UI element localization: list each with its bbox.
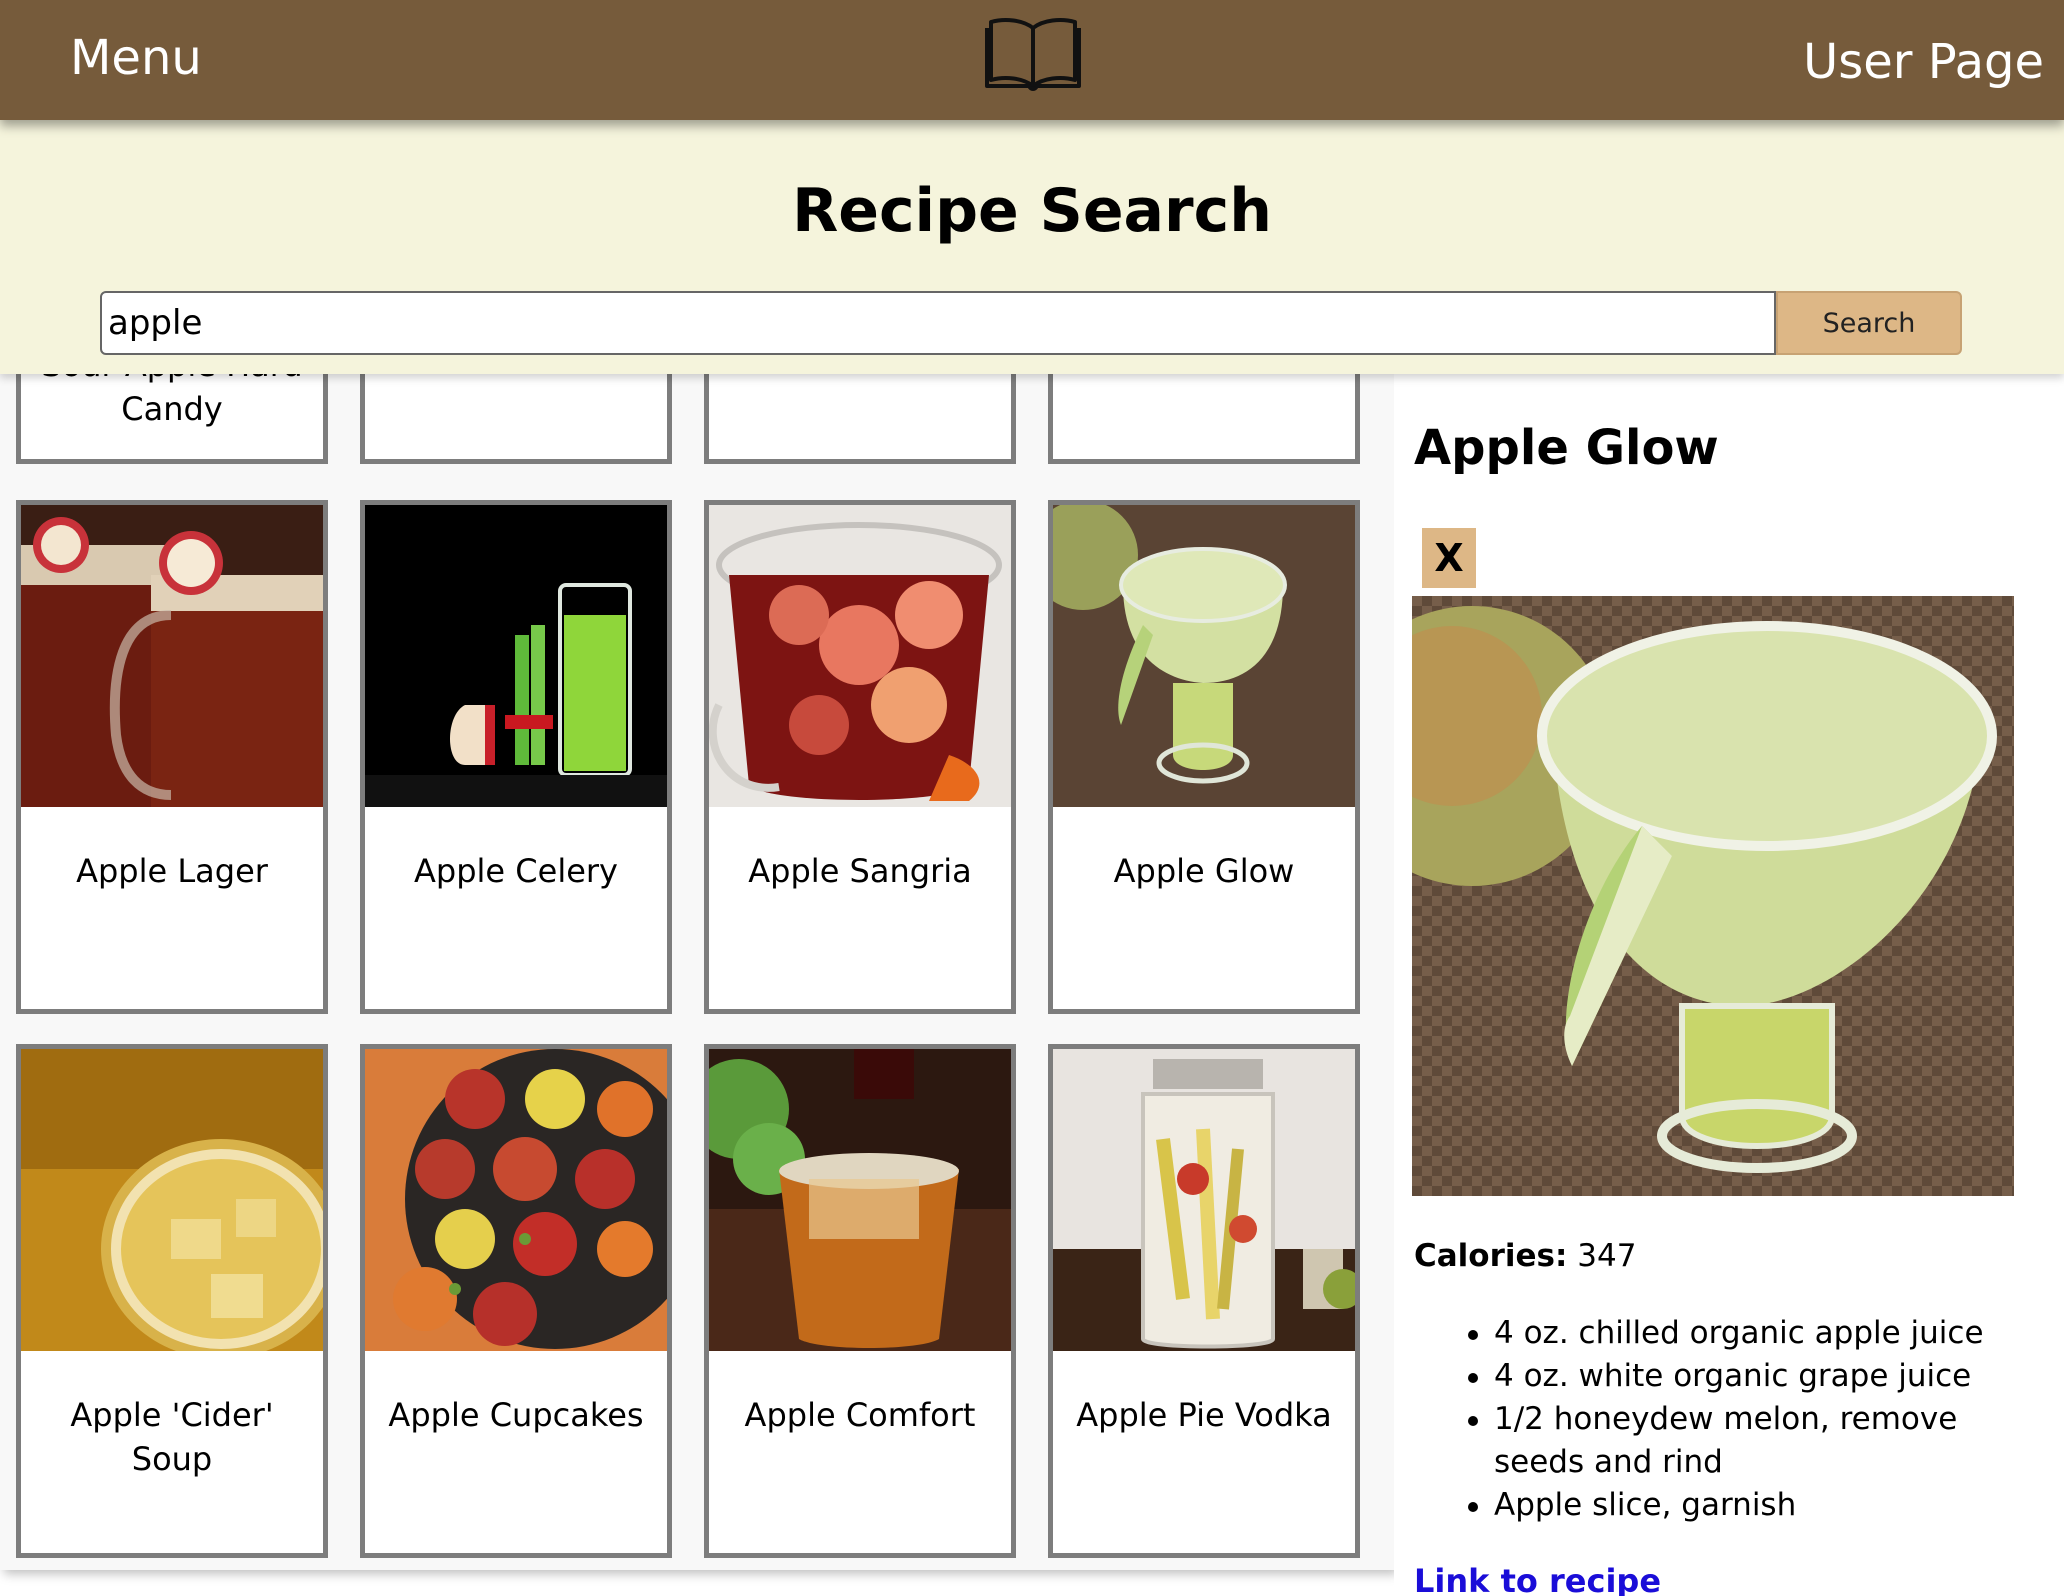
recipe-card[interactable]: Apple Sangria bbox=[704, 500, 1016, 1014]
page-title: Recipe Search bbox=[792, 176, 1272, 246]
recipe-card-label: Apple Celery bbox=[414, 852, 618, 890]
results-grid: Sour Apple Hard Candy Apple Lager bbox=[0, 374, 1394, 1570]
open-book-icon[interactable] bbox=[985, 14, 1081, 94]
menu-link[interactable]: Menu bbox=[70, 30, 202, 86]
recipe-title: Apple Glow bbox=[1414, 420, 1719, 476]
user-page-link[interactable]: User Page bbox=[1803, 34, 2044, 90]
recipe-card-label: Apple 'Cider' Soup bbox=[70, 1396, 274, 1478]
close-button[interactable]: X bbox=[1422, 528, 1476, 588]
recipe-card[interactable]: Sour Apple Hard Candy bbox=[16, 374, 328, 464]
recipe-card-label: Apple Lager bbox=[76, 852, 268, 890]
cider-soup-image bbox=[21, 1049, 323, 1351]
recipe-card-label: Apple Cupcakes bbox=[388, 1396, 644, 1434]
search-button[interactable]: Search bbox=[1776, 291, 1962, 355]
calories-info: Calories: 347 bbox=[1414, 1238, 1636, 1274]
recipe-card[interactable]: Apple 'Cider' Soup bbox=[16, 1044, 328, 1558]
recipe-card-label: Apple Sangria bbox=[748, 852, 972, 890]
amber-drink-image bbox=[709, 1049, 1011, 1351]
recipe-card[interactable]: Apple Comfort bbox=[704, 1044, 1016, 1558]
ingredient-item: 1/2 honeydew melon, remove seeds and rin… bbox=[1414, 1398, 2034, 1484]
sangria-pitcher-image bbox=[709, 505, 1011, 807]
recipe-card-label: Sour Apple Hard Candy bbox=[41, 374, 302, 428]
recipe-card[interactable] bbox=[704, 374, 1016, 464]
recipe-card[interactable] bbox=[1048, 374, 1360, 464]
ingredient-item: 4 oz. white organic grape juice bbox=[1414, 1355, 2034, 1398]
recipe-card[interactable]: Apple Lager bbox=[16, 500, 328, 1014]
search-header: Recipe Search Search bbox=[0, 120, 2064, 374]
calories-label: Calories: bbox=[1414, 1238, 1568, 1274]
recipe-image bbox=[1412, 596, 2014, 1196]
beer-mugs-image bbox=[21, 505, 323, 807]
recipe-card[interactable]: Apple Glow bbox=[1048, 500, 1360, 1014]
recipe-card[interactable] bbox=[360, 374, 672, 464]
green-juice-image bbox=[365, 505, 667, 807]
ingredient-item: 4 oz. chilled organic apple juice bbox=[1414, 1312, 2034, 1355]
recipe-card-label: Apple Pie Vodka bbox=[1076, 1396, 1332, 1434]
recipe-card-label: Apple Glow bbox=[1113, 852, 1295, 890]
recipe-card-label: Apple Comfort bbox=[744, 1396, 976, 1434]
recipe-detail-panel: Apple Glow X Calories: 347 4 oz. chilled… bbox=[1394, 374, 2064, 1596]
top-nav-bar: Menu User Page bbox=[0, 0, 2064, 120]
ingredient-item: Apple slice, garnish bbox=[1414, 1484, 2034, 1527]
search-input[interactable] bbox=[100, 291, 1776, 355]
recipe-link[interactable]: Link to recipe bbox=[1414, 1562, 1661, 1596]
green-cocktail-image bbox=[1053, 505, 1355, 807]
recipe-card[interactable]: Apple Celery bbox=[360, 500, 672, 1014]
recipe-card[interactable]: Apple Pie Vodka bbox=[1048, 1044, 1360, 1558]
recipe-card[interactable]: Apple Cupcakes bbox=[360, 1044, 672, 1558]
calories-value: 347 bbox=[1577, 1238, 1637, 1274]
mason-jar-image bbox=[1053, 1049, 1355, 1351]
ingredients-list: 4 oz. chilled organic apple juice 4 oz. … bbox=[1414, 1312, 2034, 1527]
cupcakes-image bbox=[365, 1049, 667, 1351]
